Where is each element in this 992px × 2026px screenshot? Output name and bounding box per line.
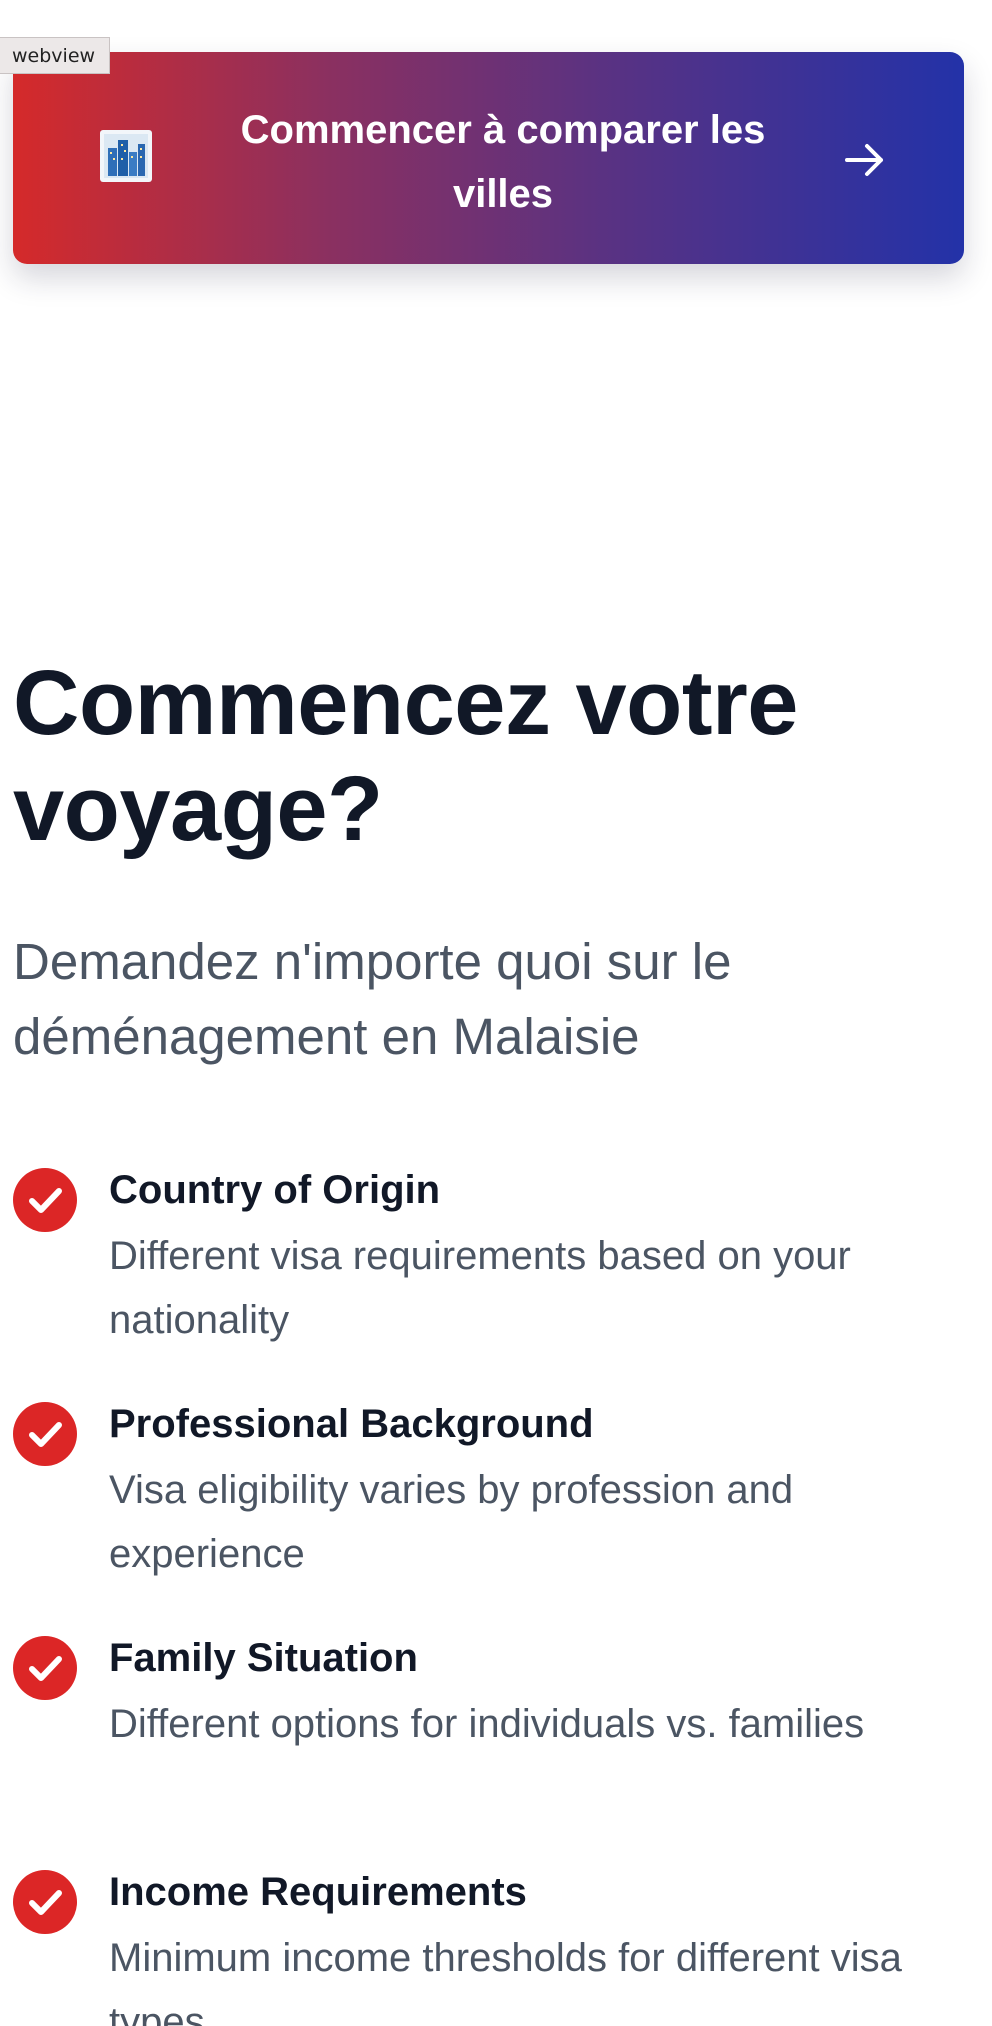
compare-cities-label: Commencer à comparer les villes bbox=[240, 108, 766, 216]
feature-description: Different options for individuals vs. fa… bbox=[109, 1702, 865, 1746]
feature-title: Country of Origin bbox=[109, 1168, 441, 1212]
check-circle-icon bbox=[13, 1870, 77, 1934]
feature-title: Family Situation bbox=[109, 1636, 418, 1680]
feature-list: Country of Origin Different visa require… bbox=[13, 1160, 973, 2026]
check-circle-icon bbox=[13, 1636, 77, 1700]
arrow-right-icon bbox=[841, 136, 889, 184]
feature-item-family-situation: Family Situation Different options for i… bbox=[13, 1628, 973, 1862]
webview-tag: webview bbox=[0, 37, 111, 74]
feature-description: Visa eligibility varies by profession an… bbox=[109, 1468, 794, 1576]
feature-item-professional-background: Professional Background Visa eligibility… bbox=[13, 1394, 973, 1628]
feature-description: Different visa requirements based on you… bbox=[109, 1234, 851, 1342]
feature-title: Income Requirements bbox=[109, 1870, 527, 1914]
page: webview Commencer à comparer les villes bbox=[0, 0, 992, 2026]
check-circle-icon bbox=[13, 1168, 77, 1232]
check-circle-icon bbox=[13, 1402, 77, 1466]
page-subtitle: Demandez n'importe quoi sur le déménagem… bbox=[13, 933, 732, 1065]
feature-item-country-of-origin: Country of Origin Different visa require… bbox=[13, 1160, 973, 1394]
cityscape-icon bbox=[100, 130, 152, 182]
feature-item-income-requirements: Income Requirements Minimum income thres… bbox=[13, 1862, 973, 2026]
compare-cities-button[interactable]: Commencer à comparer les villes bbox=[13, 52, 964, 264]
page-title: Commencez votre voyage? bbox=[13, 652, 798, 860]
feature-description: Minimum income thresholds for different … bbox=[109, 1936, 902, 2026]
feature-title: Professional Background bbox=[109, 1402, 594, 1446]
